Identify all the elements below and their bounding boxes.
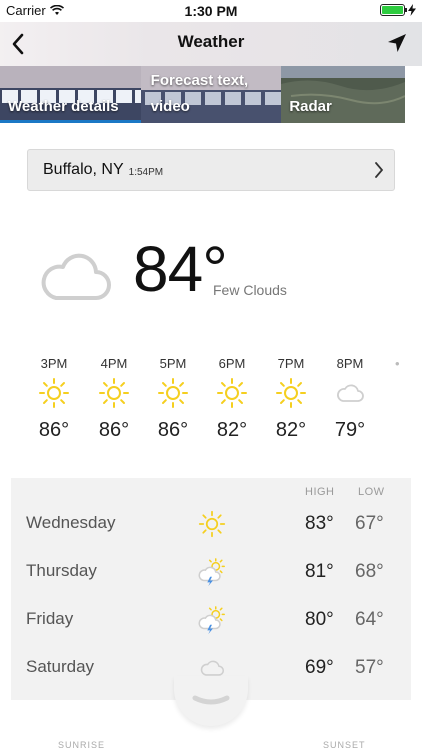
tab-forecast-label-line2: video xyxy=(150,98,190,115)
day-low: 67° xyxy=(355,513,384,534)
tab-weather-details[interactable]: Weather details xyxy=(0,66,141,123)
hour-item-partial: • xyxy=(395,356,400,371)
sun-icon xyxy=(217,378,247,408)
hour-item: 4PM 86° xyxy=(84,356,144,442)
hour-temp: 79° xyxy=(334,419,366,441)
sunset-label: SUNSET xyxy=(323,740,366,750)
sun-icon xyxy=(276,378,306,408)
hour-time: 6PM xyxy=(218,356,246,371)
tab-radar[interactable]: Radar xyxy=(281,66,422,123)
daily-forecast: HIGH LOW Wednesday 83° 67° Thursday 81° … xyxy=(11,478,411,700)
hour-item: 5PM 86° xyxy=(143,356,203,442)
day-name: Friday xyxy=(26,609,74,628)
chevron-down-icon xyxy=(192,695,230,705)
tab-active-indicator xyxy=(0,120,141,123)
hour-temp: 82° xyxy=(216,419,248,441)
charging-bolt-icon xyxy=(408,4,416,16)
status-bar: Carrier 1:30 PM xyxy=(0,0,422,22)
cloud-icon xyxy=(200,660,225,676)
day-high: 69° xyxy=(305,657,334,678)
thunderstorm-sun-icon xyxy=(198,558,225,587)
high-column-header: HIGH xyxy=(305,486,335,498)
hour-time: 4PM xyxy=(100,356,128,371)
hour-item: 6PM 82° xyxy=(202,356,262,442)
cloud-icon xyxy=(41,253,111,300)
daily-row[interactable]: Wednesday 83° 67° xyxy=(11,499,411,547)
hour-temp: 86° xyxy=(98,419,130,441)
day-name: Thursday xyxy=(26,561,97,580)
location-updated-time: 1:54PM xyxy=(128,166,164,178)
hour-time: 5PM xyxy=(159,356,187,371)
hour-item: 3PM 86° xyxy=(24,356,84,442)
low-column-header: LOW xyxy=(358,486,385,498)
page-title: Weather xyxy=(177,32,245,51)
navigation-bar: Weather xyxy=(0,22,422,66)
location-selector[interactable]: Buffalo, NY 1:54PM xyxy=(27,149,395,191)
location-arrow-icon xyxy=(388,34,406,52)
expand-drawer-button[interactable] xyxy=(174,676,248,726)
hour-temp: 82° xyxy=(275,419,307,441)
daily-row[interactable]: Friday 80° 64° xyxy=(11,595,411,643)
day-low: 68° xyxy=(355,561,384,582)
status-time: 1:30 PM xyxy=(184,3,238,19)
daily-row[interactable]: Thursday 81° 68° xyxy=(11,547,411,595)
hour-item: 8PM 79° xyxy=(320,356,380,442)
tab-radar-label: Radar xyxy=(289,98,332,115)
hour-temp: 86° xyxy=(157,419,189,441)
hour-time: 7PM xyxy=(277,356,305,371)
location-city: Buffalo, NY xyxy=(43,161,124,178)
hour-time: 8PM xyxy=(336,356,364,371)
sun-icon xyxy=(39,378,69,408)
hour-item: 7PM 82° xyxy=(261,356,321,442)
day-high: 80° xyxy=(305,609,334,630)
content-tabs: Weather details Forecast text, video Rad… xyxy=(0,66,422,123)
hour-temp: 86° xyxy=(38,419,70,441)
day-high: 83° xyxy=(305,513,334,534)
day-name: Saturday xyxy=(26,657,95,676)
tab-weather-details-label: Weather details xyxy=(8,98,119,115)
sun-icon xyxy=(158,378,188,408)
day-low: 57° xyxy=(355,657,384,678)
status-right xyxy=(380,4,416,16)
sun-icon xyxy=(99,378,129,408)
tab-forecast-label-line1: Forecast text, xyxy=(150,72,249,89)
location-button[interactable] xyxy=(386,32,410,56)
day-high: 81° xyxy=(305,561,334,582)
current-condition: Few Clouds xyxy=(213,282,287,298)
sun-icon xyxy=(198,510,226,538)
day-low: 64° xyxy=(355,609,384,630)
thunderstorm-sun-icon xyxy=(198,606,225,635)
sunrise-label: SUNRISE xyxy=(58,740,106,750)
hour-time: 3PM xyxy=(40,356,68,371)
chevron-right-icon xyxy=(375,162,383,178)
battery-icon xyxy=(380,4,407,16)
cloud-icon xyxy=(337,384,364,402)
hourly-forecast[interactable]: 3PM 86° 4PM 86° 5PM 86° 6PM 82° 7PM 82° … xyxy=(0,356,422,456)
tab-forecast-video[interactable]: Forecast text, video xyxy=(140,66,282,123)
day-name: Wednesday xyxy=(26,513,116,532)
